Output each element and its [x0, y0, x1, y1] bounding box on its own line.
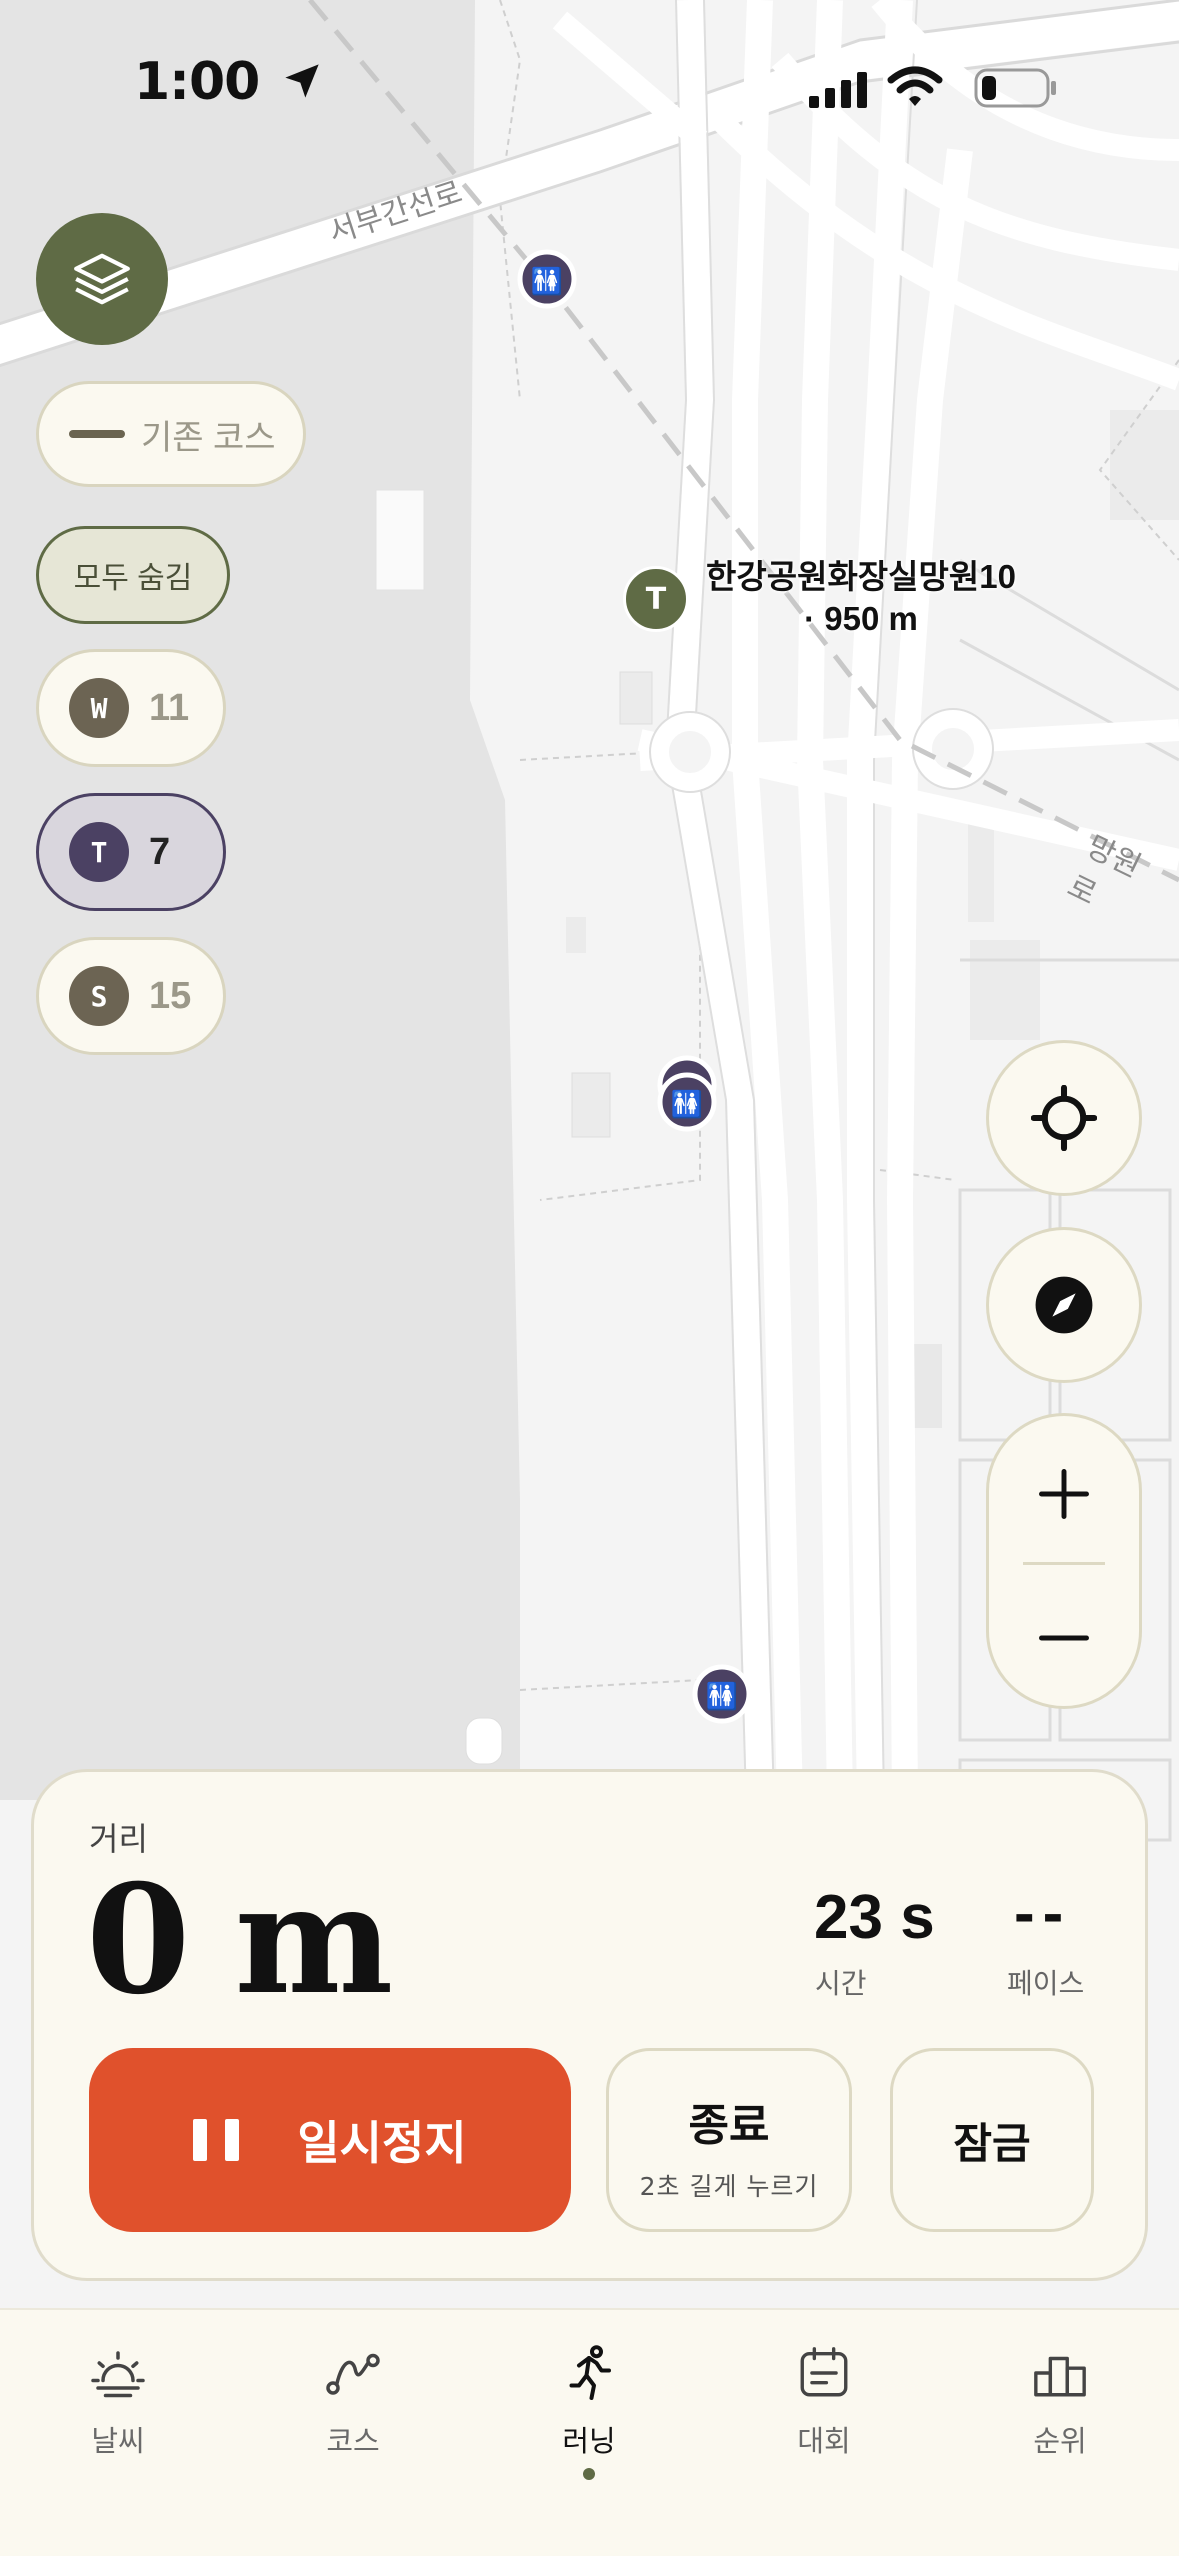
compass-icon: [1035, 1276, 1093, 1334]
location-arrow-icon: [285, 64, 320, 98]
calendar-icon: [800, 2347, 848, 2397]
existing-course-label: 기존 코스: [141, 418, 276, 457]
tab-weather-label: 날씨: [91, 2424, 145, 2458]
zoom-in-button[interactable]: [989, 1424, 1139, 1564]
tab-weather[interactable]: 날씨: [18, 2340, 218, 2460]
poi-distance: · 950 m: [804, 600, 918, 637]
filter-w-chip[interactable]: W 11: [36, 649, 226, 767]
svg-text:🚻: 🚻: [706, 1681, 738, 1712]
poi-name: 한강공원화장실망원10: [706, 558, 1016, 595]
run-panel: 거리 0 m 23 s 시간 -- 페이스 일시정지 종료 2초 길게 누르기 …: [31, 1769, 1148, 2281]
filter-w-count: 11: [149, 686, 190, 729]
end-button[interactable]: 종료 2초 길게 누르기: [606, 2048, 852, 2232]
end-hint: 2초 길게 누르기: [639, 2172, 819, 2201]
battery-icon: [974, 68, 1056, 108]
layers-button[interactable]: [36, 213, 168, 345]
pause-icon: [193, 2119, 240, 2161]
tab-events-label: 대회: [797, 2424, 851, 2458]
tab-running[interactable]: 러닝: [489, 2340, 689, 2480]
tab-events[interactable]: 대회: [724, 2340, 924, 2460]
tab-running-label: 러닝: [562, 2424, 616, 2458]
signal-icon: [809, 72, 867, 108]
poi-label: 한강공원화장실망원10 · 950 m: [706, 556, 1016, 640]
plus-icon: [1039, 1469, 1089, 1519]
hide-all-label: 모두 숨김: [73, 562, 193, 595]
time-label: 시간: [815, 1967, 867, 2000]
tab-course-label: 코스: [326, 2424, 380, 2458]
filter-s-count: 15: [149, 974, 192, 1017]
end-label: 종료: [688, 2100, 770, 2151]
pause-label: 일시정지: [297, 2116, 467, 2170]
crosshair-icon: [1031, 1085, 1097, 1151]
filter-s-badge: S: [69, 966, 129, 1026]
pace-label: 페이스: [1007, 1967, 1085, 2000]
layers-icon: [74, 253, 130, 305]
svg-text:🚻: 🚻: [671, 1089, 703, 1120]
svg-text:🚻: 🚻: [531, 266, 563, 297]
filter-t-count: 7: [149, 830, 171, 873]
existing-course-chip[interactable]: 기존 코스: [36, 381, 306, 487]
tab-ranking-label: 순위: [1033, 2424, 1087, 2458]
lock-button[interactable]: 잠금: [890, 2048, 1094, 2232]
status-time: 1:00: [134, 52, 322, 112]
filter-s-chip[interactable]: S 15: [36, 937, 226, 1055]
tab-bar: 날씨 코스 러닝 대회 순위: [0, 2308, 1179, 2556]
pace-value: --: [1014, 1879, 1072, 1948]
hide-all-chip[interactable]: 모두 숨김: [36, 526, 230, 624]
course-icon: [326, 2353, 380, 2395]
distance-value: 0 m: [86, 1852, 393, 2028]
filter-t-chip[interactable]: T 7: [36, 793, 226, 911]
running-icon: [569, 2345, 611, 2400]
ranking-icon: [1034, 2356, 1086, 2397]
weather-icon: [91, 2351, 145, 2398]
course-line-icon: [69, 430, 125, 438]
zoom-control: [986, 1413, 1142, 1709]
my-location-button[interactable]: [986, 1040, 1142, 1196]
tab-course[interactable]: 코스: [253, 2340, 453, 2460]
zoom-out-button[interactable]: [989, 1568, 1139, 1708]
filter-t-badge: T: [69, 822, 129, 882]
compass-button[interactable]: [986, 1227, 1142, 1383]
minus-icon: [1039, 1635, 1089, 1641]
lock-label: 잠금: [953, 2118, 1031, 2168]
active-tab-indicator: [583, 2468, 595, 2480]
wifi-icon: [887, 66, 943, 106]
poi-toilet-marker[interactable]: T: [623, 566, 689, 632]
tab-ranking[interactable]: 순위: [960, 2340, 1160, 2460]
zoom-divider: [1023, 1562, 1105, 1565]
time-value: 23 s: [814, 1883, 935, 1952]
pause-button[interactable]: 일시정지: [89, 2048, 571, 2232]
status-time-text: 1:00: [134, 52, 260, 112]
filter-w-badge: W: [69, 678, 129, 738]
